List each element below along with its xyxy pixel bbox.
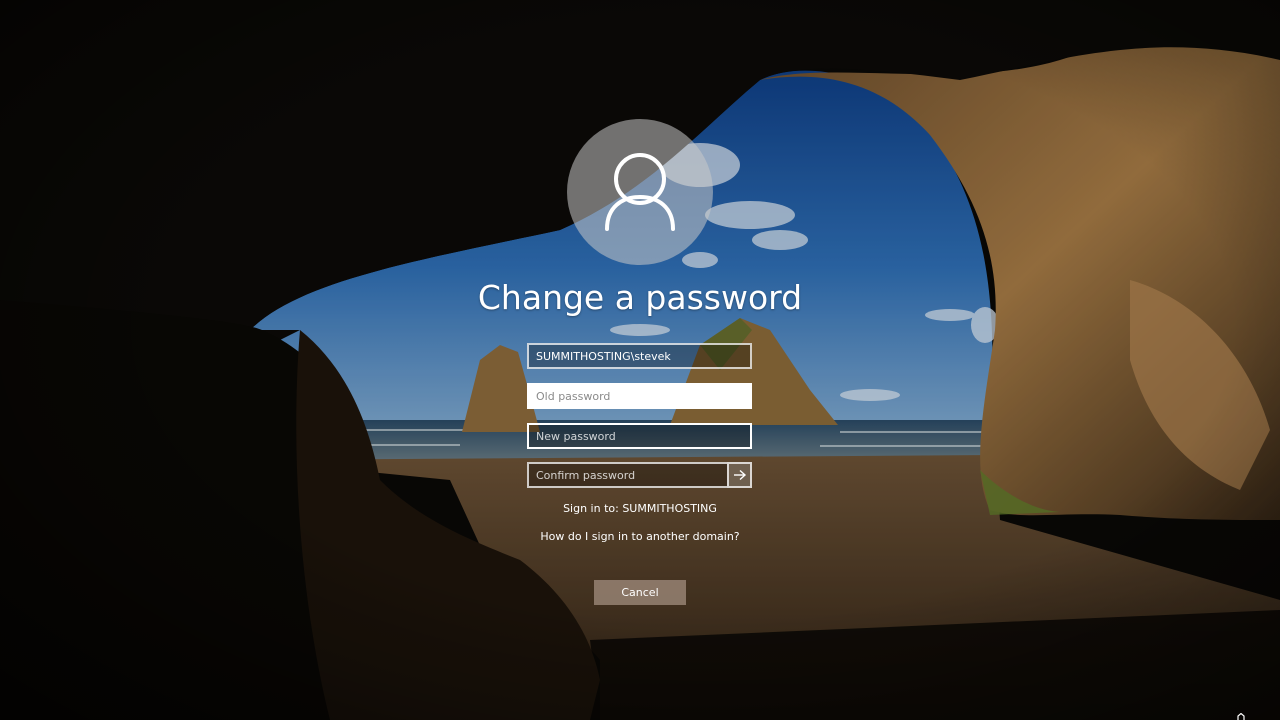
arrow-right-icon (733, 469, 746, 481)
lock-screen: Change a password Sign in to: SUMMITHOST… (0, 0, 1280, 720)
new-password-field[interactable] (527, 423, 752, 449)
cancel-button[interactable]: Cancel (594, 580, 686, 605)
other-domain-link[interactable]: How do I sign in to another domain? (440, 530, 840, 543)
old-password-field[interactable] (527, 383, 752, 409)
change-password-panel: Change a password Sign in to: SUMMITHOST… (0, 0, 1280, 720)
username-field[interactable] (527, 343, 752, 369)
page-title: Change a password (477, 278, 803, 317)
confirm-password-field[interactable] (527, 462, 727, 488)
user-icon (605, 153, 675, 231)
sign-in-domain-text: Sign in to: SUMMITHOSTING (563, 502, 717, 515)
user-avatar (567, 119, 713, 265)
accessibility-icon[interactable] (1236, 713, 1246, 720)
submit-button[interactable] (727, 462, 752, 488)
